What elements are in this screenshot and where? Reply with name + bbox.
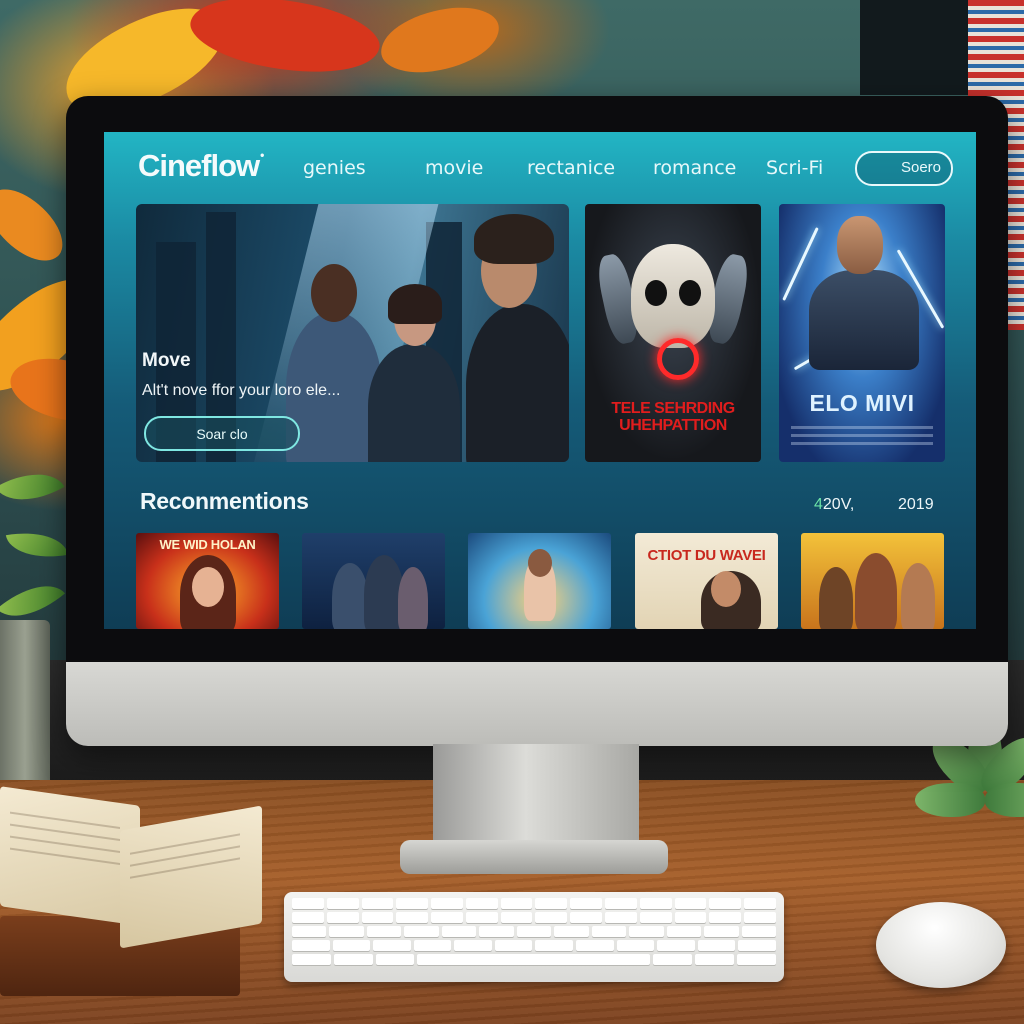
- hero-actor-hair: [388, 284, 442, 324]
- thumb-person: [819, 567, 853, 629]
- poster-actor-face: [837, 216, 883, 274]
- succulent-leaf: [915, 783, 985, 817]
- brand-name: Cineflow: [138, 148, 260, 183]
- painted-petal: [376, 1, 504, 79]
- thumb-person: [855, 553, 897, 629]
- keyboard-row: [292, 912, 776, 923]
- thumb-person: [901, 563, 935, 629]
- monitor-stand: [433, 744, 639, 854]
- skull-eye: [679, 280, 701, 306]
- monitor-chin: [66, 662, 1008, 746]
- nav-link-rectanice[interactable]: rectanice: [527, 157, 615, 179]
- thumb-person: [398, 567, 428, 629]
- poster-title: TELE SEHRDING UHEHPATTION: [611, 400, 735, 434]
- keyboard[interactable]: [284, 892, 784, 982]
- nav-link-scifi[interactable]: Scri-Fi: [766, 157, 823, 179]
- keyboard-row: [292, 954, 776, 965]
- poster-credits: [791, 426, 933, 429]
- poster-actor-body: [809, 270, 919, 370]
- recommendations-heading: Reconmentions: [140, 488, 309, 514]
- plant-pot: [0, 620, 50, 800]
- thumb-face: [192, 567, 224, 607]
- painted-petal: [184, 0, 386, 89]
- recommendation-card[interactable]: CTIOT DU WAVEI: [635, 533, 778, 629]
- monitor-stand-base: [400, 840, 668, 874]
- hero-title: Move: [142, 350, 191, 371]
- thumb-face: [528, 549, 552, 577]
- recommendations-meta-accent: 4: [814, 496, 823, 513]
- book-text: [130, 857, 240, 879]
- search-label: Soero: [900, 159, 941, 176]
- thumb-person: [332, 563, 368, 629]
- poster-credits: [791, 442, 933, 445]
- book-text: [130, 833, 240, 855]
- recommendation-card[interactable]: WE WID HOLAN: [136, 533, 279, 629]
- hero-actor-face: [311, 264, 357, 322]
- app-screen: Cineflow• genies movie rectanice romance…: [104, 132, 976, 629]
- red-ring-icon: [657, 338, 699, 380]
- recommendations-meta: 420V,: [814, 496, 854, 514]
- hero-banner[interactable]: Move Alt't nove ffor your loro ele... So…: [136, 204, 569, 462]
- keyboard-row: [292, 926, 777, 937]
- hero-actor: [368, 344, 460, 462]
- succulent-leaf: [985, 783, 1024, 817]
- poster-title: ELO MIVI: [809, 390, 915, 416]
- mouse[interactable]: [876, 902, 1006, 988]
- thumb-face: [711, 571, 741, 607]
- search-button[interactable]: Soero: [855, 151, 953, 186]
- brand-mark: •: [260, 148, 264, 162]
- recommendation-card[interactable]: [302, 533, 445, 629]
- featured-poster-horror[interactable]: TELE SEHRDING UHEHPATTION: [585, 204, 761, 462]
- poster-credits: [791, 434, 933, 437]
- hero-actor-hair: [474, 214, 554, 264]
- featured-poster-scifi[interactable]: ELO MIVI: [779, 204, 945, 462]
- lightning-icon: [782, 227, 819, 301]
- recommendation-card[interactable]: [468, 533, 611, 629]
- hero-search-button[interactable]: Soar clo: [144, 416, 300, 451]
- hero-subtitle: Alt't nove ffor your loro ele...: [142, 382, 341, 399]
- recommendations-meta-text: 20V,: [822, 496, 855, 513]
- nav-link-movie[interactable]: movie: [425, 157, 483, 179]
- skull-icon: [631, 244, 715, 348]
- keyboard-row: [292, 898, 776, 909]
- brand-logo[interactable]: Cineflow•: [138, 148, 264, 184]
- top-nav: Cineflow• genies movie rectanice romance…: [104, 132, 976, 198]
- recommendation-caption: CTIOT DU WAVEI: [647, 547, 766, 564]
- book-text: [130, 845, 240, 867]
- recommendation-caption: WE WID HOLAN: [159, 537, 256, 552]
- open-book: [0, 786, 262, 996]
- skull-eye: [645, 280, 667, 306]
- book-page-left: [0, 786, 140, 926]
- book-page-right: [120, 805, 262, 949]
- nav-link-romance[interactable]: romance: [653, 157, 736, 179]
- painted-petal: [0, 174, 74, 276]
- hero-actor: [466, 304, 569, 462]
- recommendation-card[interactable]: [801, 533, 944, 629]
- keyboard-row: [292, 940, 776, 951]
- nav-link-genies[interactable]: genies: [303, 157, 366, 179]
- recommendations-year[interactable]: 2019: [898, 496, 934, 514]
- hero-button-label: Soar clo: [196, 425, 248, 442]
